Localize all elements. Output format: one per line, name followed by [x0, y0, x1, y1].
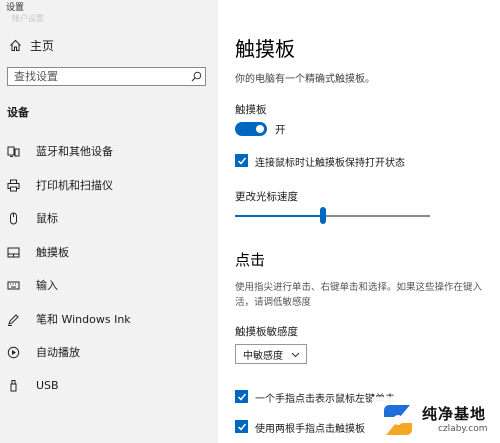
sidebar-item-touchpad[interactable]: 触摸板: [6, 243, 69, 261]
checkmark-icon: [237, 157, 246, 165]
watermark-logo-icon: [384, 405, 412, 435]
sidebar-home-label: 主页: [30, 39, 55, 53]
printer-icon: [6, 178, 20, 192]
sensitivity-dropdown[interactable]: 中敏感度: [235, 344, 307, 364]
sidebar-item-label: 蓝牙和其他设备: [36, 145, 113, 158]
sidebar-item-label: 打印机和扫描仪: [36, 179, 113, 192]
watermark-name: 纯净基地: [422, 405, 487, 423]
sidebar-item-label: 笔和 Windows Ink: [36, 313, 131, 326]
faded-header-text: 帐户设置: [12, 14, 44, 23]
taps-description-line1: 使用指尖进行单击、右键单击和选择。如果这些操作在键入: [235, 282, 483, 293]
toggle-knob: [256, 125, 264, 133]
taps-description: 使用指尖进行单击、右键单击和选择。如果这些操作在键入 活，请调低敏感度: [235, 280, 500, 310]
sensitivity-value: 中敏感度: [243, 350, 283, 362]
window-title: 设置: [6, 3, 25, 13]
watermark: 纯净基地 czlaby.com: [372, 397, 500, 443]
taps-description-line2: 活，请调低敏感度: [235, 297, 312, 308]
sidebar-item-autoplay[interactable]: 自动播放: [6, 343, 80, 361]
keep-on-label: 连接鼠标时让触摸板保持打开状态: [255, 158, 405, 169]
two-finger-tap-checkbox[interactable]: [235, 420, 248, 433]
keyboard-icon: [6, 278, 20, 292]
sidebar-item-label: USB: [36, 378, 59, 392]
watermark-url: czlaby.com: [438, 424, 488, 434]
section-title-devices: 设备: [7, 106, 29, 119]
touchpad-toggle-label: 触摸板: [235, 104, 267, 116]
slider-thumb[interactable]: [319, 207, 326, 224]
autoplay-icon: [6, 345, 20, 359]
sidebar-item-bluetooth[interactable]: 蓝牙和其他设备: [6, 142, 113, 160]
mouse-icon: [6, 211, 20, 225]
sidebar-item-pen[interactable]: 笔和 Windows Ink: [6, 310, 131, 328]
search-box[interactable]: [7, 67, 206, 86]
sidebar-item-mouse[interactable]: 鼠标: [6, 209, 58, 227]
single-tap-checkbox[interactable]: [235, 390, 248, 403]
sidebar-item-typing[interactable]: 输入: [6, 276, 58, 294]
touchpad-toggle[interactable]: [235, 122, 267, 136]
sidebar-item-label: 鼠标: [36, 212, 58, 225]
sidebar-item-label: 触摸板: [36, 246, 69, 259]
touchpad-icon: [6, 245, 20, 259]
chevron-down-icon: [291, 352, 300, 358]
usb-icon: [6, 378, 20, 392]
sidebar-item-usb[interactable]: USB: [6, 376, 59, 394]
pen-icon: [6, 312, 20, 326]
page-subtitle: 你的电脑有一个精确式触摸板。: [235, 74, 375, 85]
sidebar-item-label: 自动播放: [36, 346, 80, 359]
sidebar-item-printers[interactable]: 打印机和扫描仪: [6, 176, 113, 194]
taps-heading: 点击: [235, 251, 266, 269]
slider-fill: [235, 215, 323, 217]
main-content: 触摸板 你的电脑有一个精确式触摸板。 触摸板 开 连接鼠标时让触摸板保持打开状态…: [218, 0, 500, 443]
two-finger-tap-label: 使用两根手指点击触摸板: [255, 424, 365, 435]
sidebar-item-label: 输入: [36, 279, 58, 292]
devices-icon: [6, 144, 20, 158]
cursor-speed-slider[interactable]: [235, 207, 430, 224]
sidebar: 设置 帐户设置 主页 设备 蓝牙和其他设备 打印机和扫描仪 鼠标: [0, 0, 218, 443]
sensitivity-label: 触摸板敏感度: [235, 326, 298, 338]
toggle-state-text: 开: [275, 124, 286, 136]
cursor-speed-label: 更改光标速度: [235, 191, 298, 203]
keep-on-checkbox[interactable]: [235, 154, 248, 167]
checkmark-icon: [237, 393, 246, 401]
page-title: 触摸板: [235, 37, 295, 61]
checkmark-icon: [237, 423, 246, 431]
search-input[interactable]: [8, 70, 187, 83]
search-icon[interactable]: [187, 68, 205, 85]
sidebar-item-home[interactable]: 主页: [8, 37, 54, 54]
home-icon: [8, 39, 22, 53]
